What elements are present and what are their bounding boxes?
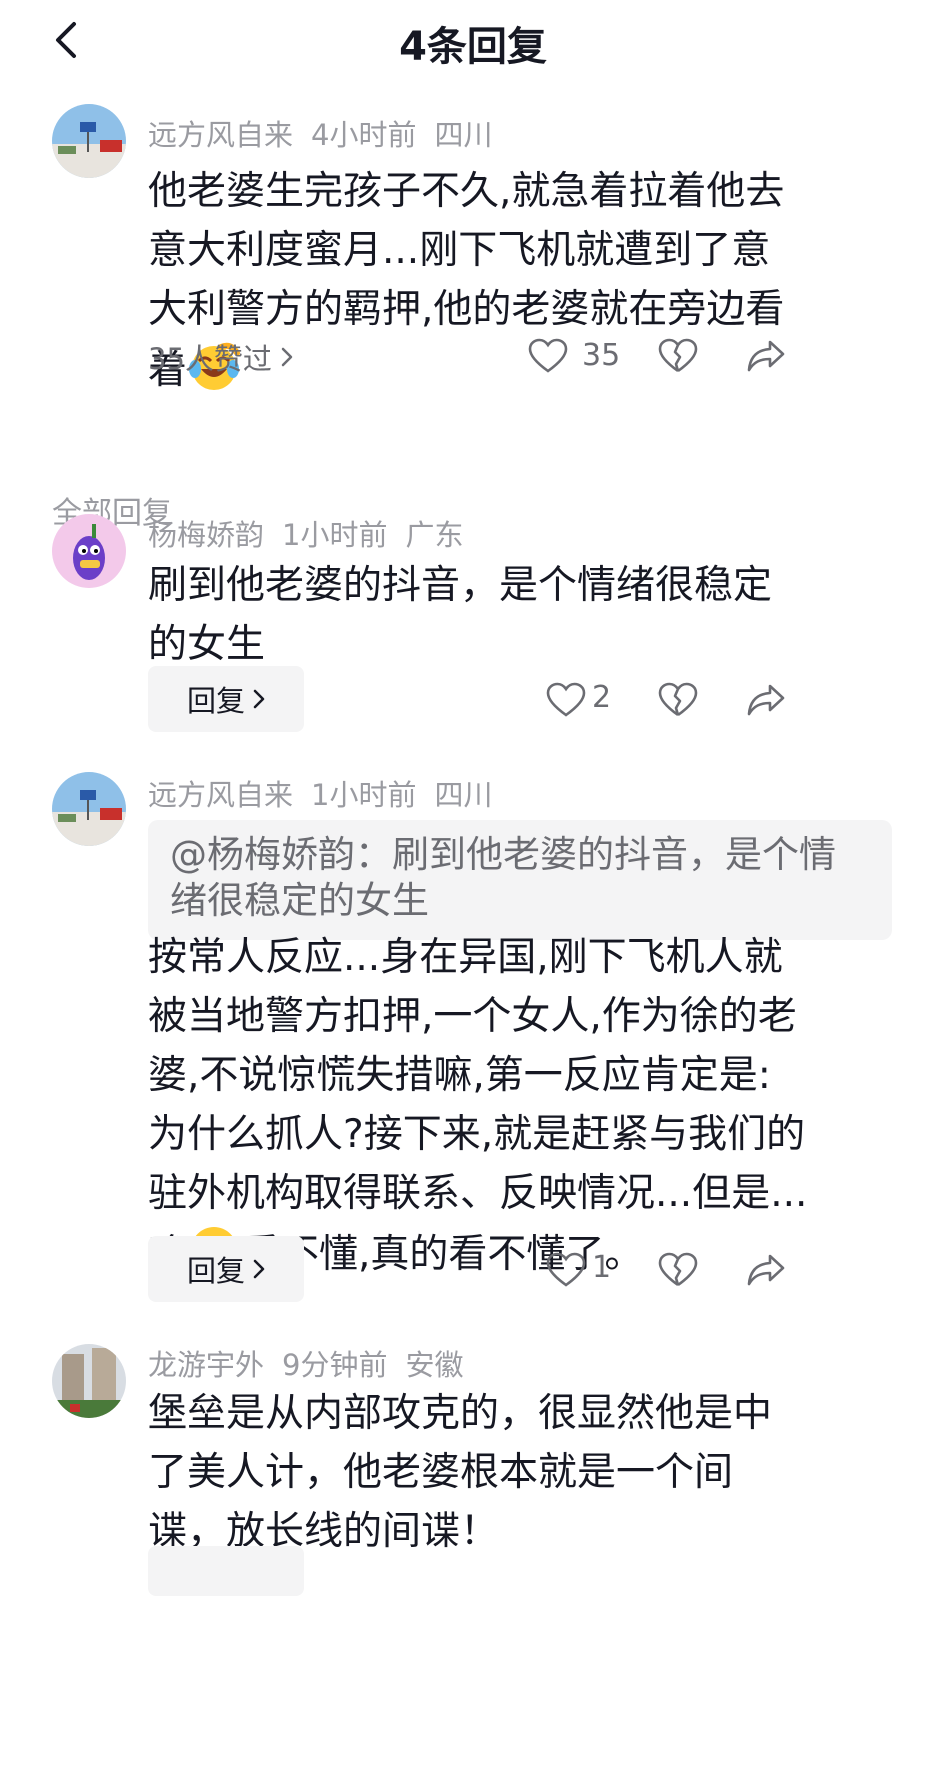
- share-button[interactable]: [744, 678, 788, 722]
- page-title: 4条回复: [399, 24, 547, 70]
- like-count: 2: [592, 680, 612, 715]
- comment-time: 1小时前: [282, 518, 388, 552]
- comment-meta: 远方风自来 1小时前 四川: [148, 772, 510, 814]
- comment-location: 四川: [434, 118, 493, 152]
- share-icon: [747, 684, 785, 716]
- comment-location: 安徽: [405, 1348, 464, 1382]
- author-name[interactable]: 远方风自来: [148, 118, 293, 152]
- author-name[interactable]: 远方风自来: [148, 778, 293, 812]
- avatar-image-icon: [52, 772, 126, 846]
- reply-button[interactable]: 回复: [148, 1236, 304, 1302]
- comment-time: 4小时前: [311, 118, 417, 152]
- liked-by-link[interactable]: 35人赞过: [148, 336, 294, 378]
- chevron-right-icon: [281, 347, 293, 367]
- reply-label: 回复: [186, 1254, 245, 1288]
- top-bar: 4条回复: [0, 0, 946, 80]
- broken-heart-icon: [658, 1252, 698, 1287]
- dislike-button[interactable]: [656, 334, 700, 378]
- avatar-image-icon: [52, 514, 126, 588]
- quoted-text: @杨梅娇韵：刷到他老婆的抖音，是个情绪很稳定的女生: [170, 833, 836, 922]
- comment-actions: 35人赞过 35: [0, 322, 946, 392]
- avatar[interactable]: [52, 772, 126, 846]
- comment-time: 1小时前: [311, 778, 417, 812]
- comment-meta: 远方风自来 4小时前 四川: [148, 112, 510, 154]
- share-icon: [747, 340, 785, 372]
- heart-icon: [528, 338, 568, 373]
- reply-button-partial[interactable]: [148, 1546, 304, 1596]
- like-button[interactable]: [544, 678, 588, 722]
- comment-text: 按常人反应...身在异国,刚下飞机人就被当地警方扣押,一个女人,作为徐的老婆,不…: [148, 928, 808, 1284]
- comment-text: 堡垒是从内部攻克的，很显然他是中了美人计，他老婆根本就是一个间谍，放长线的间谍！: [148, 1391, 773, 1554]
- comment-meta: 龙游宇外 9分钟前 安徽: [148, 1342, 481, 1384]
- liked-by-label: 35人赞过: [148, 342, 272, 376]
- like-count: 1: [592, 1250, 612, 1285]
- comment-text-part: 按常人反应...身在异国,刚下飞机人就被当地警方扣押,一个女人,作为徐的老婆,不…: [148, 935, 808, 1277]
- like-button[interactable]: [544, 1248, 588, 1292]
- comment-location: 四川: [434, 778, 493, 812]
- avatar-image-icon: [52, 1344, 126, 1418]
- dislike-button[interactable]: [656, 678, 700, 722]
- author-name[interactable]: 龙游宇外: [148, 1348, 264, 1382]
- like-count: 35: [582, 338, 621, 373]
- comment-text: 刷到他老婆的抖音，是个情绪很稳定的女生: [148, 563, 773, 667]
- quoted-reply[interactable]: @杨梅娇韵：刷到他老婆的抖音，是个情绪很稳定的女生: [148, 820, 892, 940]
- chevron-right-icon: [253, 1259, 265, 1279]
- reply-button[interactable]: 回复: [148, 666, 304, 732]
- share-button[interactable]: [744, 334, 788, 378]
- avatar[interactable]: [52, 1344, 126, 1418]
- share-icon: [747, 1254, 785, 1286]
- heart-icon: [546, 1252, 586, 1287]
- avatar[interactable]: [52, 514, 126, 588]
- dislike-button[interactable]: [656, 1248, 700, 1292]
- broken-heart-icon: [658, 682, 698, 717]
- comment-time: 9分钟前: [282, 1348, 388, 1382]
- like-button[interactable]: [526, 334, 570, 378]
- avatar-image-icon: [52, 104, 126, 178]
- reply-label: 回复: [186, 684, 245, 718]
- chevron-right-icon: [253, 689, 265, 709]
- avatar[interactable]: [52, 104, 126, 178]
- broken-heart-icon: [658, 338, 698, 373]
- comment-location: 广东: [405, 518, 464, 552]
- heart-icon: [546, 682, 586, 717]
- share-button[interactable]: [744, 1248, 788, 1292]
- comment-meta: 杨梅娇韵 1小时前 广东: [148, 512, 481, 554]
- author-name[interactable]: 杨梅娇韵: [148, 518, 264, 552]
